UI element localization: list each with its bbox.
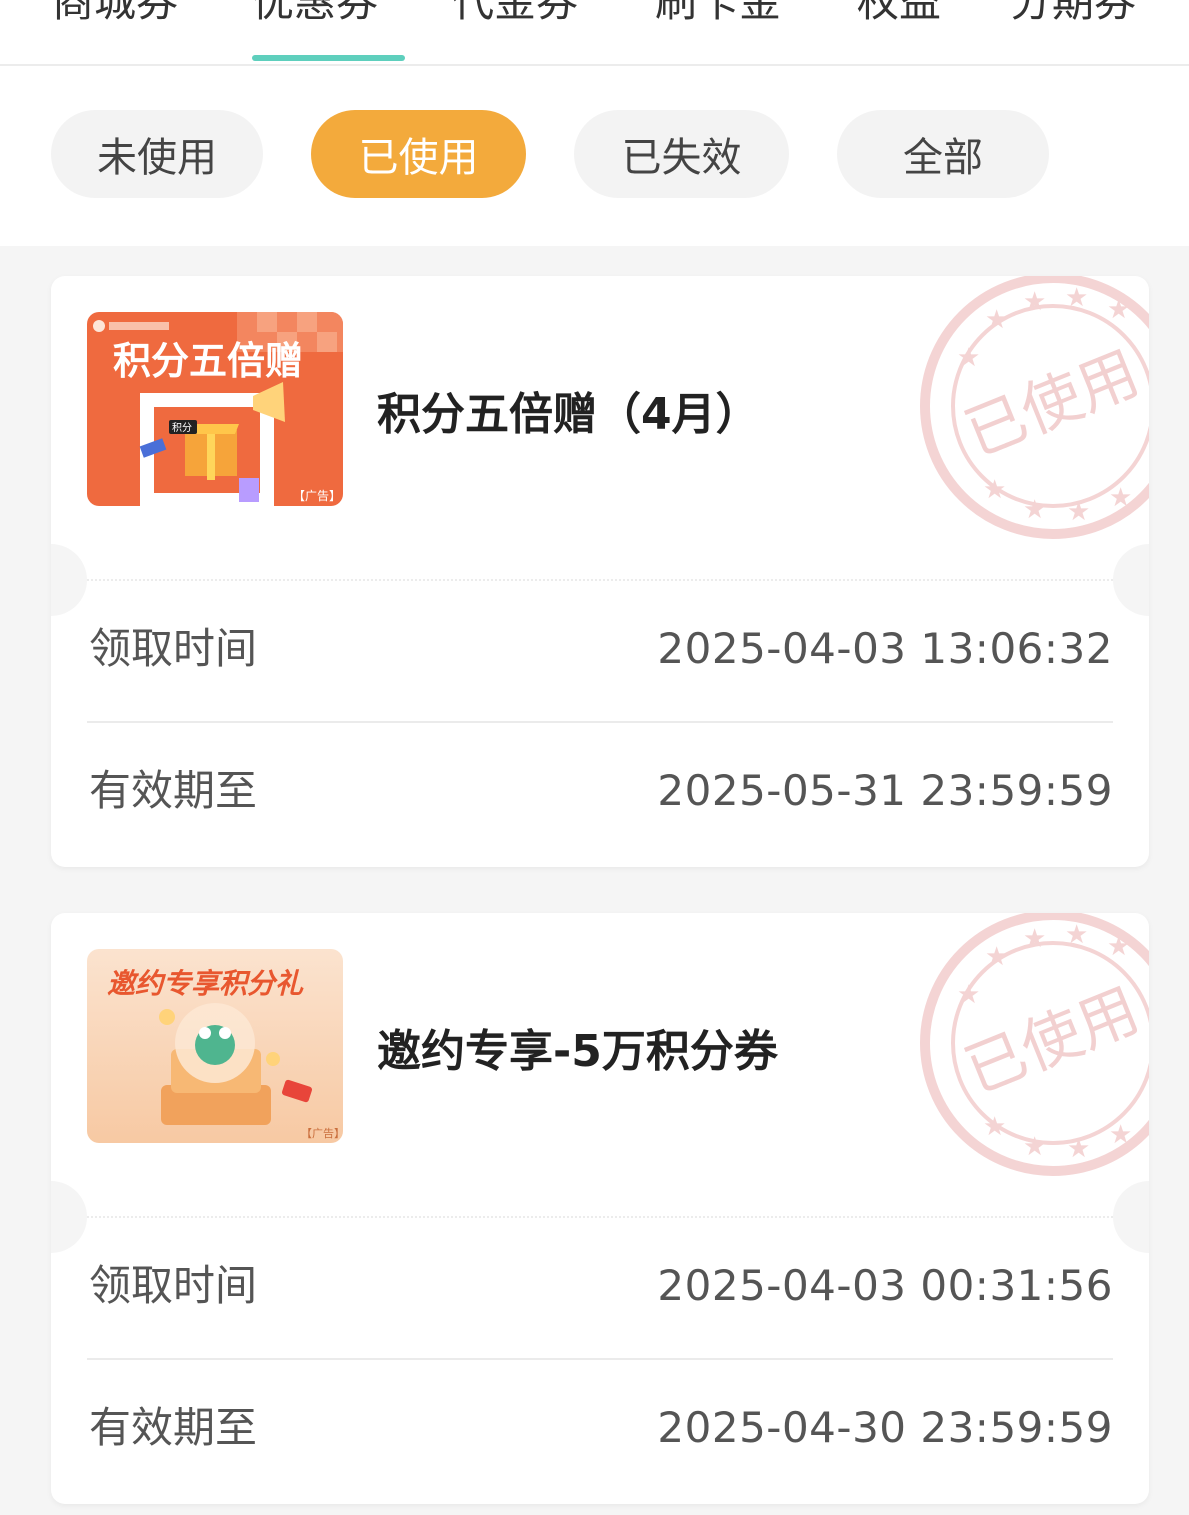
coupon-type-tabs: 商城券 优惠券 代金券 刷卡金 权益 分期券: [0, 0, 1189, 66]
ticket-notch: [51, 1181, 87, 1253]
used-stamp: ★★ ★ ★ ★ ★★ ★ ★ 已使用: [920, 913, 1149, 1176]
ticket-notch: [1113, 1181, 1149, 1253]
received-time-value: 2025-04-03 13:06:32: [657, 624, 1113, 673]
svg-text:★: ★: [983, 475, 1006, 505]
svg-text:★: ★: [1067, 1134, 1090, 1164]
received-time-row: 领取时间 2025-04-03 00:31:56: [87, 1218, 1113, 1360]
tab-installment-coupon[interactable]: 分期券: [1010, 0, 1136, 32]
filter-used[interactable]: 已使用: [311, 110, 526, 198]
expiry-row: 有效期至 2025-04-30 23:59:59: [87, 1360, 1113, 1500]
coupon-title: 积分五倍赠（4月）: [377, 389, 760, 440]
thumb-ad-label: 【广告】: [293, 489, 341, 503]
tab-benefits[interactable]: 权益: [857, 0, 941, 32]
filter-all[interactable]: 全部: [837, 110, 1049, 198]
thumb-heading: 积分五倍赠: [113, 339, 303, 383]
filter-expired[interactable]: 已失效: [574, 110, 789, 198]
received-time-row: 领取时间 2025-04-03 13:06:32: [87, 581, 1113, 723]
ticket-notch: [51, 544, 87, 616]
svg-text:★: ★: [1107, 932, 1130, 962]
filter-unused[interactable]: 未使用: [51, 110, 263, 198]
ticket-notch: [1113, 544, 1149, 616]
thumb-ad-label: 【广告】: [301, 1127, 343, 1140]
svg-text:★: ★: [1023, 495, 1046, 525]
tab-mall-coupon[interactable]: 商城券: [52, 0, 178, 32]
used-stamp: ★★ ★ ★ ★ ★★ ★ ★ 已使用: [920, 276, 1149, 539]
svg-text:★: ★: [985, 942, 1008, 972]
received-time-value: 2025-04-03 00:31:56: [657, 1261, 1113, 1310]
svg-text:★: ★: [957, 343, 980, 373]
svg-text:★: ★: [983, 1112, 1006, 1142]
coupon-thumbnail: 邀约专享积分礼 【广告】: [87, 949, 343, 1143]
status-filter-bar: 未使用 已使用 已失效 全部: [0, 66, 1189, 246]
svg-text:★: ★: [1109, 483, 1132, 513]
svg-text:★: ★: [1065, 920, 1088, 950]
received-time-label: 领取时间: [89, 624, 258, 673]
tab-cash-voucher[interactable]: 代金券: [452, 0, 578, 32]
svg-text:★: ★: [1107, 295, 1130, 325]
svg-text:★: ★: [1109, 1120, 1132, 1150]
active-tab-indicator: [252, 55, 405, 61]
expiry-label: 有效期至: [89, 766, 258, 815]
svg-text:★: ★: [1023, 1132, 1046, 1162]
coupon-card[interactable]: ★ ★ ★ ★ ★ ★ ★ ★ ★ 已使用 邀约专享积分礼 【广告】 邀约专享-…: [51, 913, 1149, 1504]
expiry-value: 2025-04-30 23:59:59: [657, 1403, 1113, 1452]
tab-discount-coupon[interactable]: 优惠券: [252, 0, 378, 32]
expiry-label: 有效期至: [89, 1403, 258, 1452]
svg-text:★: ★: [1023, 924, 1046, 954]
svg-text:★: ★: [985, 305, 1008, 335]
thumb-badge: 积分: [172, 422, 192, 434]
svg-text:★: ★: [957, 980, 980, 1010]
svg-text:★: ★: [1023, 287, 1046, 317]
thumb-heading: 邀约专享积分礼: [107, 967, 304, 1000]
coupon-title: 邀约专享-5万积分券: [377, 1026, 778, 1077]
tab-card-gold[interactable]: 刷卡金: [655, 0, 781, 32]
received-time-label: 领取时间: [89, 1261, 258, 1310]
stamp-text: 已使用: [956, 975, 1149, 1107]
stamp-text: 已使用: [956, 338, 1149, 470]
expiry-row: 有效期至 2025-05-31 23:59:59: [87, 723, 1113, 863]
svg-text:★: ★: [1065, 283, 1088, 313]
svg-text:★: ★: [1067, 497, 1090, 527]
coupon-card[interactable]: ★ ★ ★ ★ ★ ★ ★ ★ ★ 已使用 积分五倍赠 积分 【广告】 积分五倍…: [51, 276, 1149, 867]
coupon-thumbnail: 积分五倍赠 积分 【广告】: [87, 312, 343, 506]
expiry-value: 2025-05-31 23:59:59: [657, 766, 1113, 815]
